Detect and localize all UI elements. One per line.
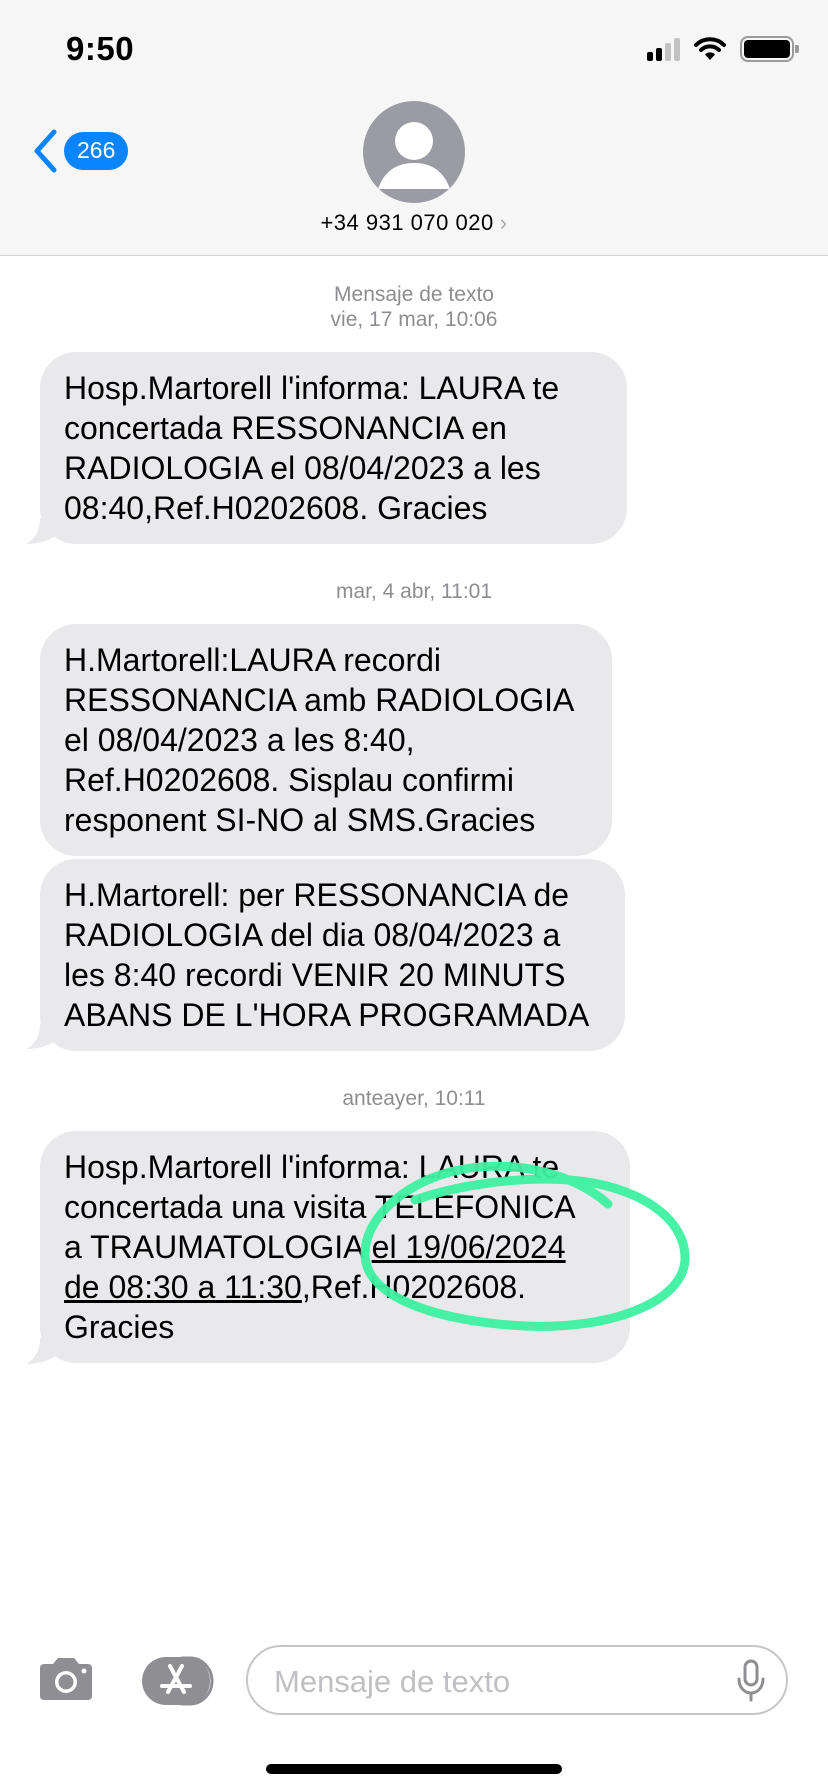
message-text: ,Ref.H0202608. — [301, 1269, 526, 1305]
app-store-button[interactable] — [140, 1656, 216, 1706]
message-line: Gracies — [64, 1309, 175, 1345]
message-line: H.Martorell:LAURA recordi — [64, 642, 441, 678]
status-time: 9:50 — [66, 30, 135, 67]
message-input-placeholder: Mensaje de texto — [274, 1664, 511, 1699]
status-icons — [647, 36, 799, 62]
timestamp: anteayer, 10:11 — [342, 1087, 486, 1110]
message-line: 08:40,Ref.H0202608. Gracies — [64, 490, 488, 526]
message-line: RADIOLOGIA del dia 08/04/2023 a — [64, 917, 561, 953]
message-bubble[interactable]: Hosp.Martorell l'informa: LAURA te conce… — [40, 352, 627, 544]
back-button[interactable]: 266 — [30, 128, 129, 174]
unread-count-badge: 266 — [64, 132, 129, 170]
contact-avatar[interactable] — [363, 101, 465, 203]
message-input[interactable]: Mensaje de texto — [246, 1645, 788, 1715]
cellular-signal-icon — [647, 37, 680, 61]
contact-name[interactable]: +34 931 070 020 › — [0, 210, 828, 236]
timestamp: vie, 17 mar, 10:06 — [330, 308, 498, 331]
message-line: ABANS DE L'HORA PROGRAMADA — [64, 997, 590, 1033]
message-bubble[interactable]: Hosp.Martorell l'informa: LAURA te conce… — [40, 1131, 630, 1363]
message-line: de 08:30 a 11:30,Ref.H0202608. — [64, 1267, 606, 1307]
message-bubble[interactable]: H.Martorell: per RESSONANCIA de RADIOLOG… — [40, 859, 625, 1051]
message-line: RADIOLOGIA el 08/04/2023 a les — [64, 450, 541, 486]
wifi-icon — [694, 37, 726, 60]
home-indicator — [266, 1764, 562, 1774]
time-link[interactable]: de 08:30 a 11:30 — [64, 1269, 302, 1305]
message-line: a TRAUMATOLOGIA el 19/06/2024 — [64, 1227, 606, 1267]
person-icon — [378, 122, 450, 189]
chevron-left-icon — [34, 129, 57, 173]
contact-number: +34 931 070 020 — [320, 210, 494, 235]
message-line: H.Martorell: per RESSONANCIA de — [64, 877, 570, 913]
message-bubble[interactable]: H.Martorell:LAURA recordi RESSONANCIA am… — [40, 624, 612, 856]
message-type-label: Mensaje de texto — [334, 283, 494, 306]
message-line: concertada RESSONANCIA en — [64, 410, 507, 446]
camera-button[interactable] — [36, 1656, 96, 1702]
message-line: RESSONANCIA amb RADIOLOGIA — [64, 682, 575, 718]
message-line: les 8:40 recordi VENIR 20 MINUTS — [64, 957, 566, 993]
date-link[interactable]: el 19/06/2024 — [372, 1229, 566, 1265]
message-line: responent SI-NO al SMS.Gracies — [64, 802, 536, 838]
microphone-icon[interactable] — [736, 1659, 766, 1703]
timestamp: mar, 4 abr, 11:01 — [335, 580, 493, 603]
battery-icon — [740, 36, 799, 62]
chevron-right-icon: › — [499, 210, 508, 235]
message-line: concertada una visita TELEFONICA — [64, 1189, 576, 1225]
message-line: Hosp.Martorell l'informa: LAURA te — [64, 1149, 560, 1185]
message-line: Ref.H0202608. Sisplau confirmi — [64, 762, 515, 798]
conversation-header: 9:50 266 +34 931 070 020 › — [0, 0, 828, 256]
message-text: a TRAUMATOLOGIA — [64, 1229, 372, 1265]
message-line: Hosp.Martorell l'informa: LAURA te — [64, 370, 560, 406]
message-line: el 08/04/2023 a les 8:40, — [64, 722, 415, 758]
